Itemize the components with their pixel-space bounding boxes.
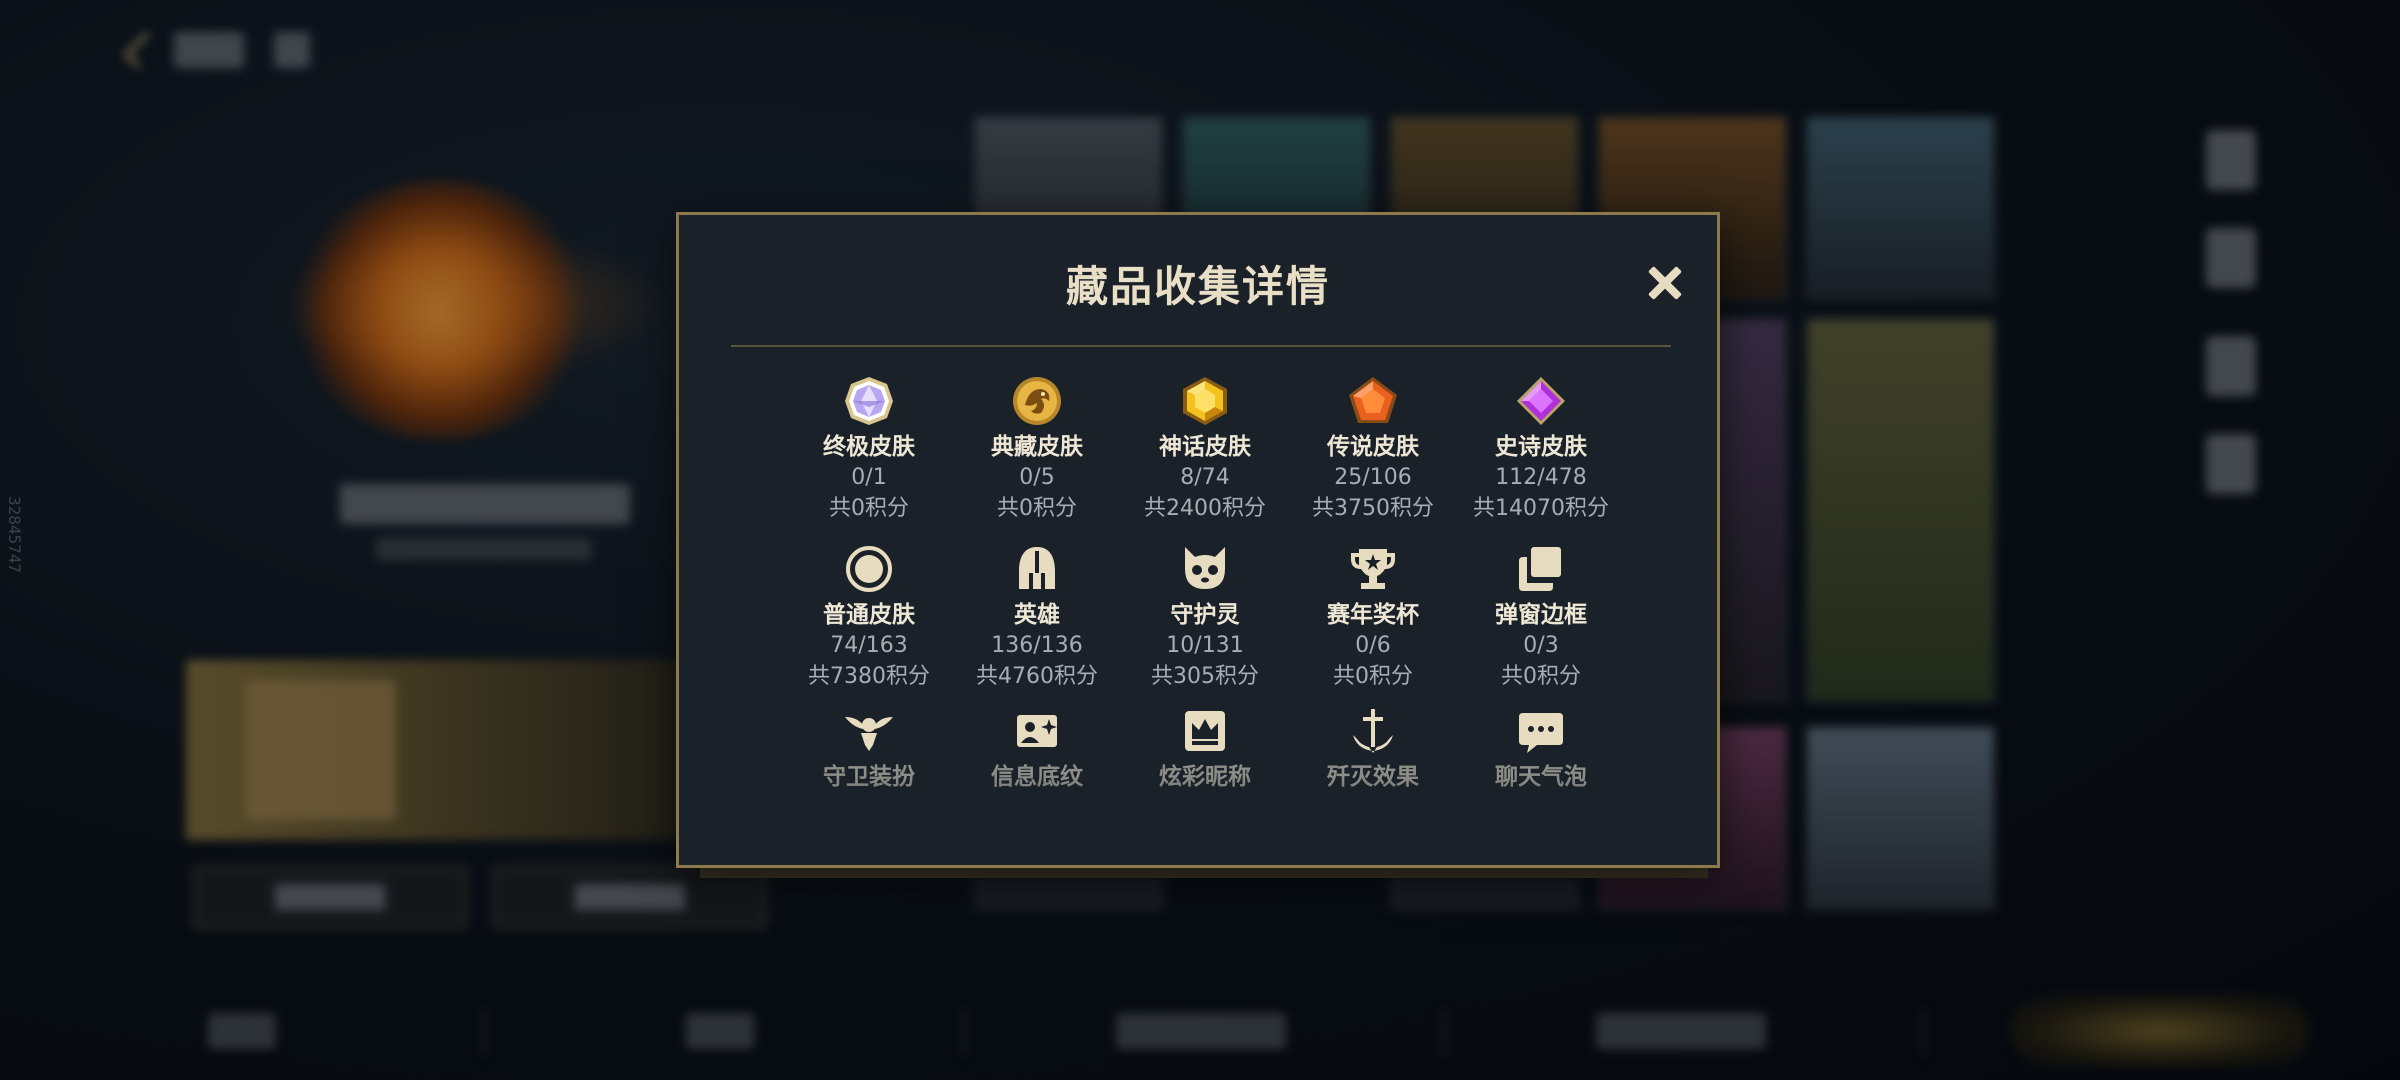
ward-icon xyxy=(845,717,893,751)
chat-bubble-icon xyxy=(1519,713,1563,753)
category-item-mythic-skin[interactable]: 神话皮肤 8/74 共2400积分 xyxy=(1121,375,1289,525)
title-divider xyxy=(731,345,1671,347)
anchor-icon xyxy=(1353,709,1393,753)
crown-nameplate-icon xyxy=(1185,711,1225,751)
category-item-epic-skin[interactable]: 史诗皮肤 112/478 共14070积分 xyxy=(1457,375,1625,525)
ultimate-gem-icon xyxy=(845,377,893,425)
category-item-legendary-skin[interactable]: 传说皮肤 25/106 共3750积分 xyxy=(1289,375,1457,525)
category-grid: 终极皮肤 0/1 共0积分 典藏皮肤 0/5 共0积分 神话皮肤 8/74 共2… xyxy=(785,375,1625,855)
close-icon[interactable] xyxy=(1643,261,1687,305)
dragon-medal-icon xyxy=(1013,377,1061,425)
dialog-title: 藏品收集详情 xyxy=(1065,262,1330,311)
category-item-normal-skin[interactable]: 普通皮肤 74/163 共7380积分 xyxy=(785,543,953,693)
guardian-pet-icon xyxy=(1185,547,1225,589)
category-item-collection-skin[interactable]: 典藏皮肤 0/5 共0积分 xyxy=(953,375,1121,525)
frame-icon xyxy=(1519,547,1561,591)
card-pattern-icon xyxy=(1017,715,1057,747)
category-item-ultimate-skin[interactable]: 终极皮肤 0/1 共0积分 xyxy=(785,375,953,525)
circle-icon xyxy=(846,546,892,592)
category-item-season-trophy[interactable]: 赛年奖杯 0/6 共0积分 xyxy=(1289,543,1457,693)
mythic-gem-icon xyxy=(1183,377,1227,425)
legendary-gem-icon xyxy=(1349,377,1397,423)
category-item-heroes[interactable]: 英雄 136/136 共4760积分 xyxy=(953,543,1121,693)
helmet-icon xyxy=(1019,547,1055,589)
category-item-guardian[interactable]: 守护灵 10/131 共305积分 xyxy=(1121,543,1289,693)
collection-details-dialog: 藏品收集详情 终极皮肤 0/1 共0积分 典藏皮肤 0/5 共0积分 神话皮肤 … xyxy=(676,212,1720,868)
category-item-popup-frame[interactable]: 弹窗边框 0/3 共0积分 xyxy=(1457,543,1625,693)
epic-gem-icon xyxy=(1517,377,1565,425)
trophy-icon xyxy=(1351,549,1395,589)
